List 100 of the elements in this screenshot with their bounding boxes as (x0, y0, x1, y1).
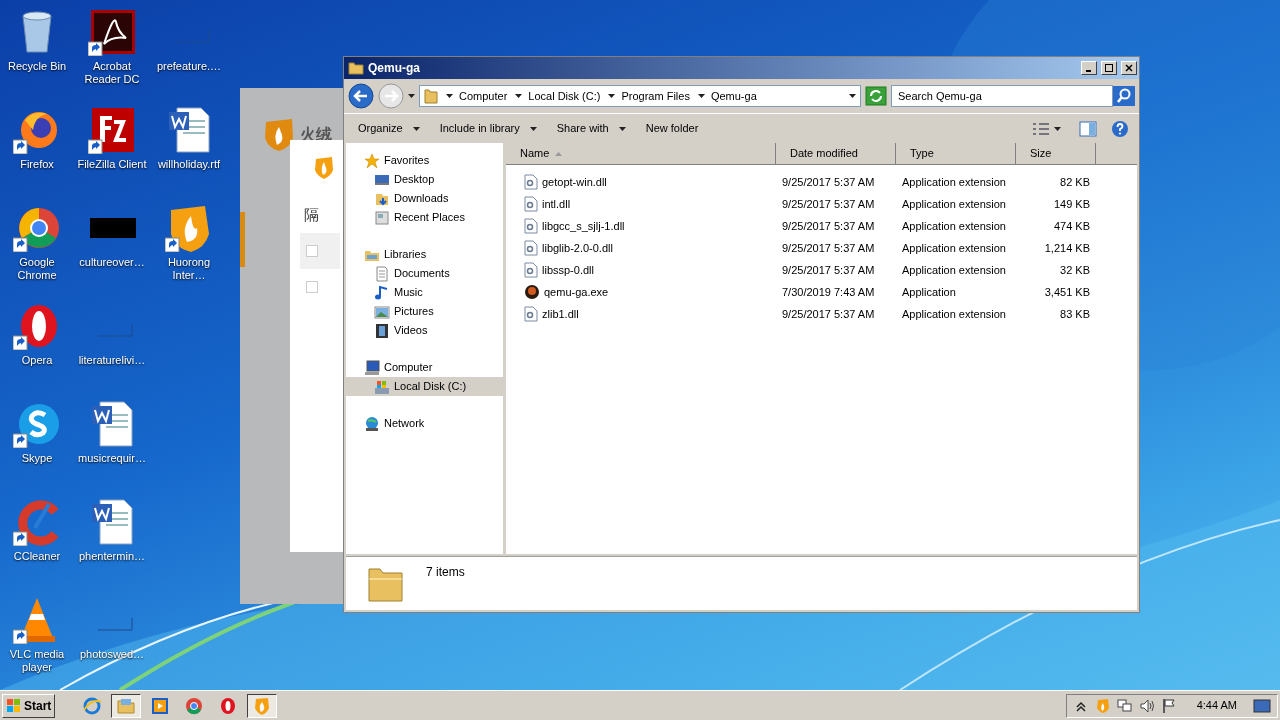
icon-label[interactable]: VLC media player (0, 648, 74, 674)
column-header[interactable]: Size (1016, 143, 1096, 164)
taskbar-button[interactable] (111, 693, 142, 718)
breadcrumb-item[interactable]: Computer (459, 87, 508, 105)
gear-file-icon (524, 262, 538, 278)
icon-label[interactable]: Skype (0, 452, 74, 465)
table-cell-text: 9/25/2017 5:37 AM (781, 306, 876, 322)
maximize-button[interactable] (1101, 61, 1117, 75)
gear-file-icon (524, 174, 538, 190)
star-icon (364, 152, 380, 169)
caret-icon (608, 94, 616, 98)
icon-label[interactable]: prefeature.… (152, 60, 226, 73)
file-name[interactable]: libssp-0.dll (542, 261, 594, 279)
preview-pane-icon[interactable] (1079, 120, 1097, 137)
flag-icon[interactable] (1160, 697, 1177, 714)
table-cell-text: Application extension (901, 262, 1007, 278)
icon-label[interactable]: Google Chrome (0, 256, 74, 282)
nav-item[interactable]: Network (346, 414, 503, 433)
drive-icon (374, 378, 390, 395)
checkbox[interactable] (306, 280, 318, 293)
toolbar-button[interactable]: Share with (548, 116, 634, 141)
nav-item[interactable]: Videos (346, 321, 503, 340)
help-icon[interactable] (1111, 119, 1129, 138)
gear-file-icon (524, 218, 538, 234)
toolbar-button[interactable]: Include in library (431, 116, 545, 141)
icon-label[interactable]: Recycle Bin (0, 60, 74, 73)
gear-file-icon (524, 240, 538, 256)
nav-item[interactable]: Local Disk (C:) (346, 377, 503, 396)
nav-item[interactable]: Documents (346, 264, 503, 283)
globe-icon (364, 415, 380, 432)
column-header[interactable]: Date modified (776, 143, 896, 164)
nav-item[interactable]: Desktop (346, 170, 503, 189)
breadcrumb-item[interactable]: Local Disk (C:) (528, 87, 601, 105)
nav-item[interactable]: Favorites (346, 151, 503, 170)
checkbox[interactable] (306, 244, 318, 257)
column-header[interactable]: Type (896, 143, 1016, 164)
icon-label[interactable]: CCleaner (0, 550, 74, 563)
file-name[interactable]: intl.dll (542, 195, 571, 213)
toolbar-button[interactable]: Organize (350, 116, 428, 141)
icon-label[interactable]: literaturelivi… (75, 354, 149, 367)
dialog-heading: 隔 (304, 205, 320, 225)
table-cell-text: 9/25/2017 5:37 AM (781, 174, 876, 190)
caret-icon (618, 126, 626, 131)
folder-icon (424, 88, 438, 104)
caret-icon (849, 94, 856, 98)
icon-label[interactable]: phentermin… (75, 550, 149, 563)
broom-logo-icon[interactable] (13, 498, 61, 546)
network-icon[interactable] (1116, 697, 1133, 714)
caret-icon (515, 94, 523, 98)
icon-label[interactable]: Firefox (0, 158, 74, 171)
refresh-icon[interactable] (865, 86, 887, 106)
breadcrumb-item[interactable]: Qemu-ga (710, 87, 757, 105)
table-cell-text: 474 KB (1052, 218, 1090, 234)
taskbar-button[interactable] (247, 693, 278, 718)
caret-icon (412, 126, 420, 131)
table-cell-text: 9/25/2017 5:37 AM (781, 218, 876, 234)
icon-label[interactable]: Opera (0, 354, 74, 367)
file-name[interactable]: qemu-ga.exe (544, 283, 609, 301)
search-field[interactable]: Search Qemu-ga (891, 85, 1113, 107)
table-cell-text: 3,451 KB (1043, 284, 1090, 300)
nav-item[interactable]: Libraries (346, 245, 503, 264)
table-cell-text: Application extension (901, 218, 1007, 234)
column-header[interactable]: Name (506, 143, 776, 164)
nav-item[interactable]: Recent Places (346, 208, 503, 227)
view-list-icon[interactable] (1032, 121, 1050, 136)
file-name[interactable]: getopt-win.dll (542, 173, 607, 191)
pdf-logo-icon[interactable] (88, 8, 136, 56)
nav-item[interactable]: Computer (346, 358, 503, 377)
fz-logo-icon[interactable] (88, 106, 136, 154)
file-name[interactable]: zlib1.dll (542, 305, 579, 323)
table-cell-text: 7/30/2019 7:43 AM (781, 284, 876, 300)
show-desktop-icon[interactable] (1253, 698, 1271, 713)
clock[interactable]: 4:44 AM (1196, 697, 1237, 714)
icon-label[interactable]: FileZilla Client (75, 158, 149, 171)
table-cell-text: Application extension (901, 174, 1007, 190)
address-bar[interactable]: Computer Local Disk (C:) Program Files Qemu-ga (419, 85, 861, 107)
breadcrumb-item[interactable]: Program Files (621, 87, 690, 105)
minimize-button[interactable] (1081, 61, 1097, 75)
file-name[interactable]: libglib-2.0-0.dll (542, 239, 613, 257)
table-cell-text: Application extension (901, 196, 1007, 212)
start-button[interactable]: Start (2, 693, 56, 718)
close-icon (1125, 64, 1133, 72)
close-button[interactable] (1121, 61, 1137, 75)
windows-logo-icon (6, 697, 22, 714)
icon-label[interactable]: willholiday.rtf (152, 158, 226, 171)
file-name[interactable]: libgcc_s_sjlj-1.dll (542, 217, 625, 235)
search-icon[interactable] (1113, 86, 1135, 106)
caret-icon (1054, 126, 1061, 131)
computer-icon (364, 359, 380, 376)
maximize-icon (1105, 64, 1113, 72)
icon-label[interactable]: cultureover… (75, 256, 149, 269)
toolbar-button[interactable]: New folder (637, 116, 707, 141)
icon-label[interactable]: Acrobat Reader DC (75, 60, 149, 86)
circle-logo-icon (184, 695, 205, 716)
nav-item[interactable]: Downloads (346, 189, 503, 208)
icon-label[interactable]: musicrequir… (75, 452, 149, 465)
icon-label[interactable]: Huorong Inter… (152, 256, 226, 282)
nav-item[interactable]: Pictures (346, 302, 503, 321)
nav-item[interactable]: Music (346, 283, 503, 302)
speaker-icon[interactable] (1138, 697, 1155, 714)
